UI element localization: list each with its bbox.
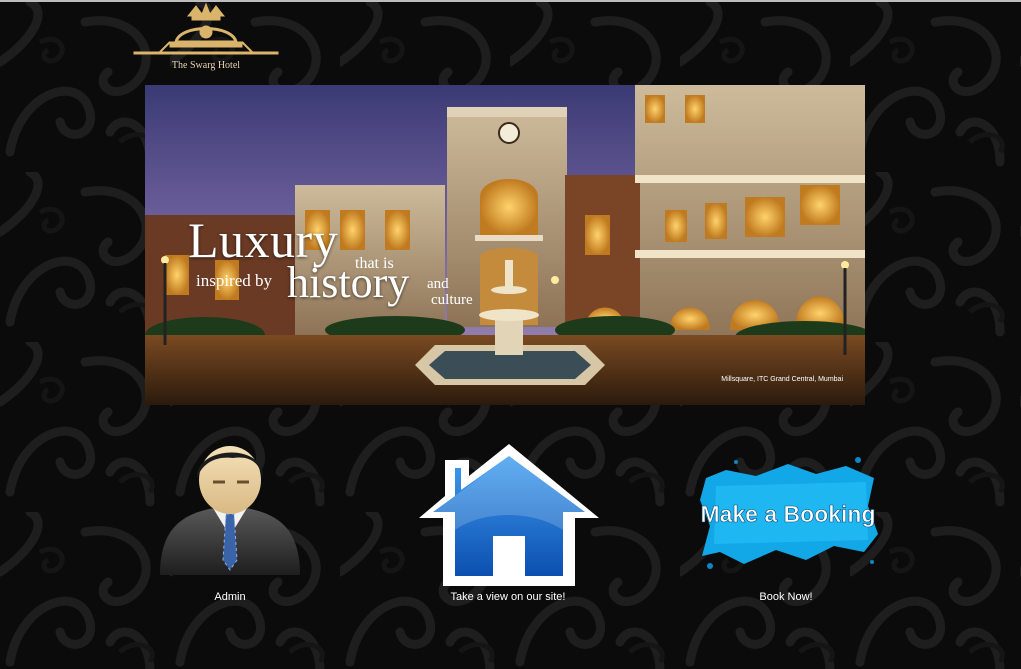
headline-and: and [427,276,449,292]
logo-text: The Swarg Hotel [171,60,241,71]
headline-culture: culture [431,292,473,308]
headline-inspired-by: inspired by [196,271,273,290]
headline-history: history [287,258,410,307]
make-booking-button[interactable]: Make a Booking [696,456,881,574]
banner-headline: Luxury that is inspired by history and c… [145,85,865,405]
banner-caption: Millsquare, ITC Grand Central, Mumbai [721,376,843,383]
hero-banner: Luxury that is inspired by history and c… [145,85,865,405]
admin-label[interactable]: Admin [130,591,330,603]
booking-button-text: Make a Booking [700,501,875,527]
crown-building-icon [133,2,279,55]
home-link[interactable] [413,440,605,590]
home-icon [419,444,599,586]
hotel-logo[interactable]: The Swarg Hotel [130,2,282,74]
book-now-label[interactable]: Book Now! [686,591,886,603]
booking-badge: Make a Booking [700,457,878,569]
admin-link[interactable] [155,440,305,580]
home-label[interactable]: Take a view on our site! [408,591,608,603]
admin-user-icon [160,446,300,575]
